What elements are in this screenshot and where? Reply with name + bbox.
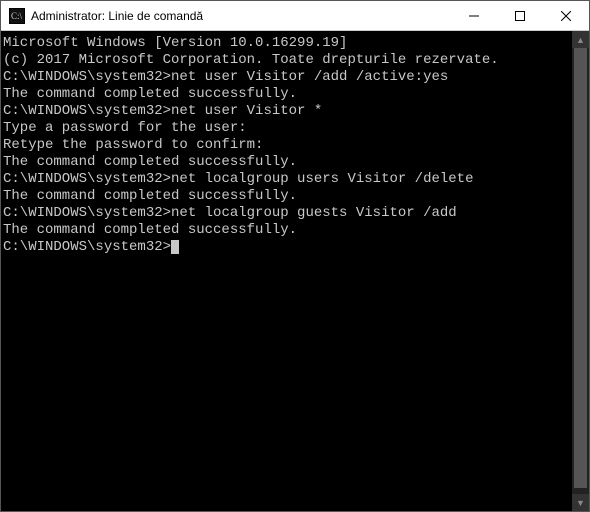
- scroll-up-button[interactable]: ▲: [572, 31, 589, 48]
- command-text: net user Visitor *: [171, 103, 322, 119]
- client-area: Microsoft Windows [Version 10.0.16299.19…: [1, 31, 589, 511]
- scroll-down-button[interactable]: ▼: [572, 494, 589, 511]
- command-line: C:\WINDOWS\system32>net user Visitor /ad…: [3, 69, 570, 86]
- command-line: C:\WINDOWS\system32>net user Visitor *: [3, 103, 570, 120]
- cmd-window: C:\ Administrator: Linie de comandă Micr…: [0, 0, 590, 512]
- terminal-output[interactable]: Microsoft Windows [Version 10.0.16299.19…: [1, 31, 572, 511]
- output-line: The command completed successfully.: [3, 86, 570, 103]
- minimize-button[interactable]: [451, 1, 497, 30]
- prompt: C:\WINDOWS\system32>: [3, 239, 171, 255]
- output-line: The command completed successfully.: [3, 222, 570, 239]
- window-title: Administrator: Linie de comandă: [31, 9, 451, 23]
- vertical-scrollbar[interactable]: ▲ ▼: [572, 31, 589, 511]
- output-line: The command completed successfully.: [3, 188, 570, 205]
- output-line: The command completed successfully.: [3, 154, 570, 171]
- svg-text:C:\: C:\: [11, 11, 23, 21]
- command-line: C:\WINDOWS\system32>net localgroup users…: [3, 171, 570, 188]
- banner-line: (c) 2017 Microsoft Corporation. Toate dr…: [3, 52, 570, 69]
- banner-line: Microsoft Windows [Version 10.0.16299.19…: [3, 35, 570, 52]
- chevron-up-icon: ▲: [576, 35, 585, 45]
- prompt: C:\WINDOWS\system32>: [3, 171, 171, 187]
- prompt: C:\WINDOWS\system32>: [3, 103, 171, 119]
- close-button[interactable]: [543, 1, 589, 30]
- command-text: net user Visitor /add /active:yes: [171, 69, 448, 85]
- cursor: [171, 240, 179, 254]
- prompt: C:\WINDOWS\system32>: [3, 205, 171, 221]
- scroll-thumb[interactable]: [574, 48, 587, 488]
- titlebar[interactable]: C:\ Administrator: Linie de comandă: [1, 1, 589, 31]
- prompt-line: C:\WINDOWS\system32>: [3, 239, 570, 256]
- command-text: net localgroup guests Visitor /add: [171, 205, 457, 221]
- output-line: Retype the password to confirm:: [3, 137, 570, 154]
- output-line: Type a password for the user:: [3, 120, 570, 137]
- cmd-icon: C:\: [9, 8, 25, 24]
- window-controls: [451, 1, 589, 30]
- prompt: C:\WINDOWS\system32>: [3, 69, 171, 85]
- chevron-down-icon: ▼: [576, 498, 585, 508]
- command-text: net localgroup users Visitor /delete: [171, 171, 473, 187]
- command-line: C:\WINDOWS\system32>net localgroup guest…: [3, 205, 570, 222]
- maximize-button[interactable]: [497, 1, 543, 30]
